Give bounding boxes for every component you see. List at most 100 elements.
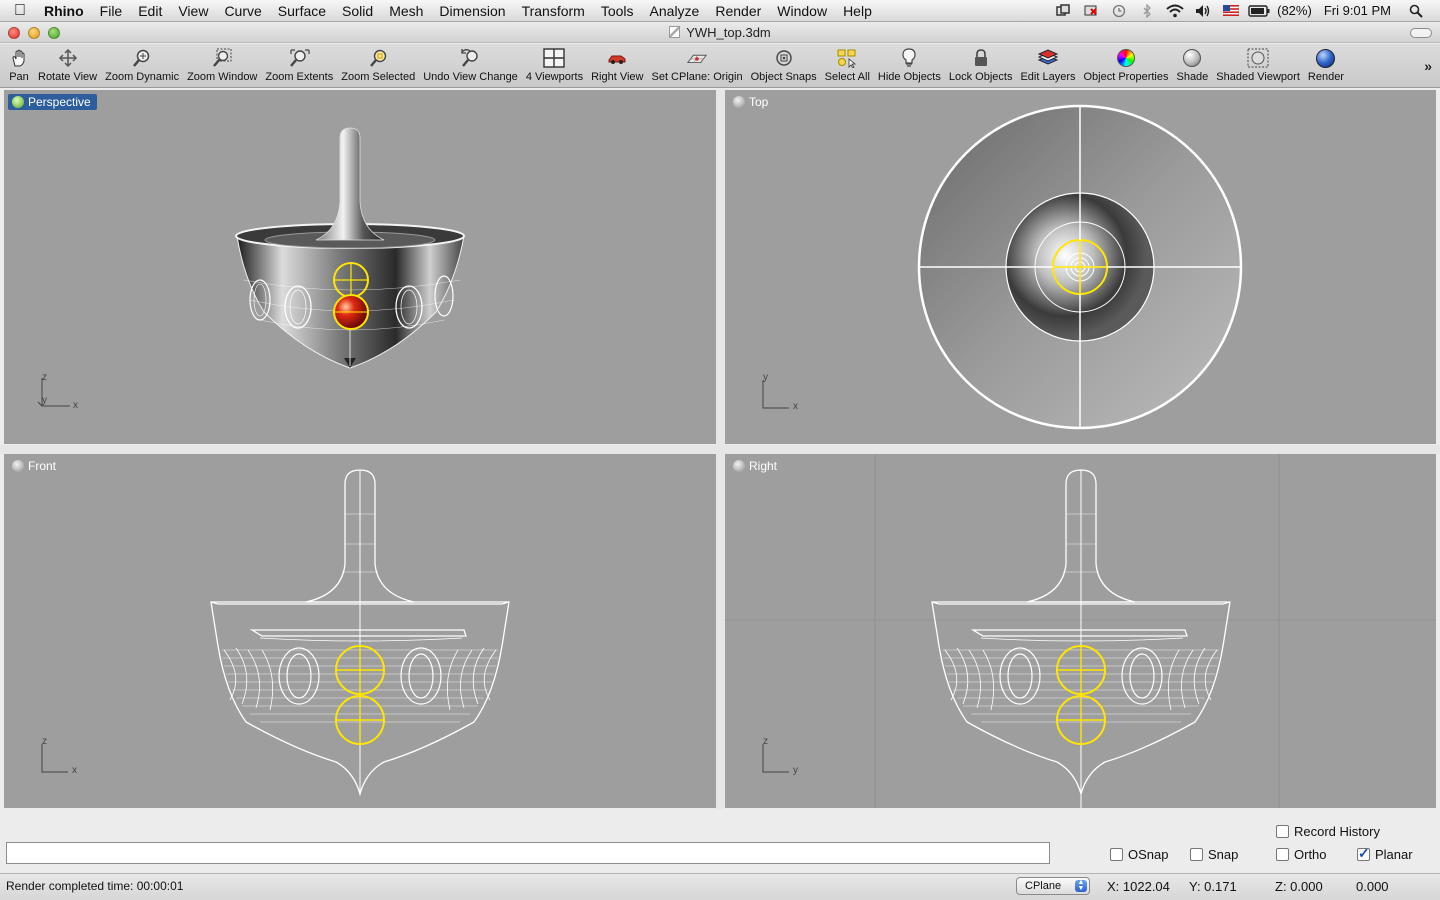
menu-tools[interactable]: Tools xyxy=(593,0,642,22)
edit-layers-button[interactable]: Edit Layers xyxy=(1016,44,1079,88)
coord-y: Y: 0.171 xyxy=(1189,879,1237,894)
perspective-model xyxy=(235,127,465,369)
top-axis-y: y xyxy=(763,372,768,383)
right-axis-y: y xyxy=(793,765,798,776)
shaded-viewport-button[interactable]: Shaded Viewport xyxy=(1212,44,1304,88)
record-history-checkbox[interactable]: Record History xyxy=(1276,824,1380,839)
viewport-perspective[interactable]: z y x Perspective xyxy=(4,90,716,444)
menu-edit[interactable]: Edit xyxy=(130,0,170,22)
status-tray: (82%) Fri 9:01 PM xyxy=(1049,0,1440,22)
coord-x: X: 1022.04 xyxy=(1107,879,1170,894)
viewport-top[interactable]: y x Top xyxy=(725,90,1436,444)
command-input[interactable] xyxy=(7,843,1049,863)
viewport-status-dot-icon xyxy=(733,460,745,472)
osnap-box[interactable] xyxy=(1110,848,1123,861)
wifi-icon[interactable] xyxy=(1164,3,1186,19)
layers-icon xyxy=(1037,47,1059,69)
document-icon xyxy=(669,26,681,38)
four-viewports-button[interactable]: 4 Viewports xyxy=(522,44,587,88)
lock-objects-button[interactable]: Lock Objects xyxy=(945,44,1017,88)
menu-dimension[interactable]: Dimension xyxy=(431,0,513,22)
command-line xyxy=(6,842,1050,864)
spotlight-search-icon[interactable] xyxy=(1405,3,1427,19)
spaces-icon[interactable] xyxy=(1052,3,1074,19)
us-flag-icon[interactable] xyxy=(1220,3,1242,19)
zoom-window-icon xyxy=(211,47,233,69)
zoom-selected-icon xyxy=(367,47,389,69)
viewport-splitter-horizontal[interactable] xyxy=(0,445,1440,454)
coord-z: Z: 0.000 xyxy=(1275,879,1323,894)
toolbar-toggle-button[interactable] xyxy=(1410,28,1432,38)
hide-objects-button[interactable]: Hide Objects xyxy=(874,44,945,88)
apple-menu-icon[interactable]:  xyxy=(0,2,40,20)
rotate-view-button[interactable]: Rotate View xyxy=(34,44,101,88)
right-axis-z: z xyxy=(763,736,768,747)
menu-surface[interactable]: Surface xyxy=(270,0,334,22)
kvm-icon[interactable] xyxy=(1080,3,1102,19)
planar-box[interactable] xyxy=(1357,845,1370,862)
viewport-front[interactable]: z x Front xyxy=(4,454,716,808)
window-title: YWH_top.3dm xyxy=(686,25,771,40)
viewport-label-right[interactable]: Right xyxy=(729,458,783,474)
top-model xyxy=(917,104,1243,430)
zoom-extents-button[interactable]: Zoom Extents xyxy=(261,44,337,88)
snap-box[interactable] xyxy=(1190,848,1203,861)
rotate-icon xyxy=(57,47,79,69)
battery-icon[interactable] xyxy=(1248,3,1270,19)
menu-solid[interactable]: Solid xyxy=(334,0,381,22)
menu-app[interactable]: Rhino xyxy=(40,0,92,22)
right-model xyxy=(725,454,1436,808)
menu-window[interactable]: Window xyxy=(769,0,835,22)
time-machine-icon[interactable] xyxy=(1108,3,1130,19)
menu-transform[interactable]: Transform xyxy=(514,0,593,22)
window-title-bar: YWH_top.3dm xyxy=(0,23,1440,43)
viewport-label-front[interactable]: Front xyxy=(8,458,62,474)
status-bar: Render completed time: 00:00:01 CPlane ▲… xyxy=(0,873,1440,900)
osnap-checkbox[interactable]: OSnap xyxy=(1110,847,1168,862)
cplane-select[interactable]: CPlane ▲ ▼ xyxy=(1016,877,1090,895)
menu-mesh[interactable]: Mesh xyxy=(381,0,431,22)
menu-curve[interactable]: Curve xyxy=(216,0,269,22)
object-snaps-icon xyxy=(773,47,795,69)
menu-help[interactable]: Help xyxy=(835,0,880,22)
object-properties-button[interactable]: Object Properties xyxy=(1080,44,1173,88)
ortho-box[interactable] xyxy=(1276,848,1289,861)
toolbar-overflow-icon[interactable]: » xyxy=(1424,58,1432,74)
object-snaps-button[interactable]: Object Snaps xyxy=(747,44,821,88)
pan-button[interactable]: Pan xyxy=(4,44,34,88)
perspective-axis-y: y xyxy=(42,395,47,406)
bluetooth-icon[interactable] xyxy=(1136,3,1158,19)
zoom-dynamic-button[interactable]: Zoom Dynamic xyxy=(101,44,183,88)
menu-analyze[interactable]: Analyze xyxy=(642,0,708,22)
right-view-button[interactable]: Right View xyxy=(587,44,647,88)
shade-sphere-icon xyxy=(1181,47,1203,69)
planar-checkbox[interactable]: Planar xyxy=(1357,845,1413,862)
render-sphere-icon xyxy=(1315,47,1337,69)
hide-objects-icon xyxy=(898,47,920,69)
snap-checkbox[interactable]: Snap xyxy=(1190,847,1238,862)
undo-view-change-button[interactable]: Undo View Change xyxy=(419,44,522,88)
record-history-box[interactable] xyxy=(1276,825,1289,838)
menu-clock[interactable]: Fri 9:01 PM xyxy=(1324,3,1391,18)
render-button[interactable]: Render xyxy=(1304,44,1348,88)
zoom-selected-button[interactable]: Zoom Selected xyxy=(337,44,419,88)
zoom-extents-icon xyxy=(288,47,310,69)
viewport-label-top[interactable]: Top xyxy=(729,94,774,110)
menu-file[interactable]: File xyxy=(92,0,131,22)
set-cplane-origin-button[interactable]: Set CPlane: Origin xyxy=(647,44,746,88)
front-axis-x: x xyxy=(72,765,77,776)
viewport-right[interactable]: z y Right xyxy=(725,454,1436,808)
main-toolbar: Pan Rotate View Zoom Dynamic Zoom Window… xyxy=(0,44,1440,88)
hand-icon xyxy=(8,47,30,69)
select-all-button[interactable]: Select All xyxy=(821,44,874,88)
viewport-status-dot-icon xyxy=(12,96,24,108)
shade-button[interactable]: Shade xyxy=(1172,44,1212,88)
front-axis-z: z xyxy=(42,736,47,747)
ortho-checkbox[interactable]: Ortho xyxy=(1276,847,1327,862)
volume-icon[interactable] xyxy=(1192,3,1214,19)
menu-view[interactable]: View xyxy=(170,0,216,22)
viewport-label-perspective[interactable]: Perspective xyxy=(8,94,97,110)
menu-render[interactable]: Render xyxy=(707,0,769,22)
lock-icon xyxy=(970,47,992,69)
zoom-window-button[interactable]: Zoom Window xyxy=(183,44,261,88)
